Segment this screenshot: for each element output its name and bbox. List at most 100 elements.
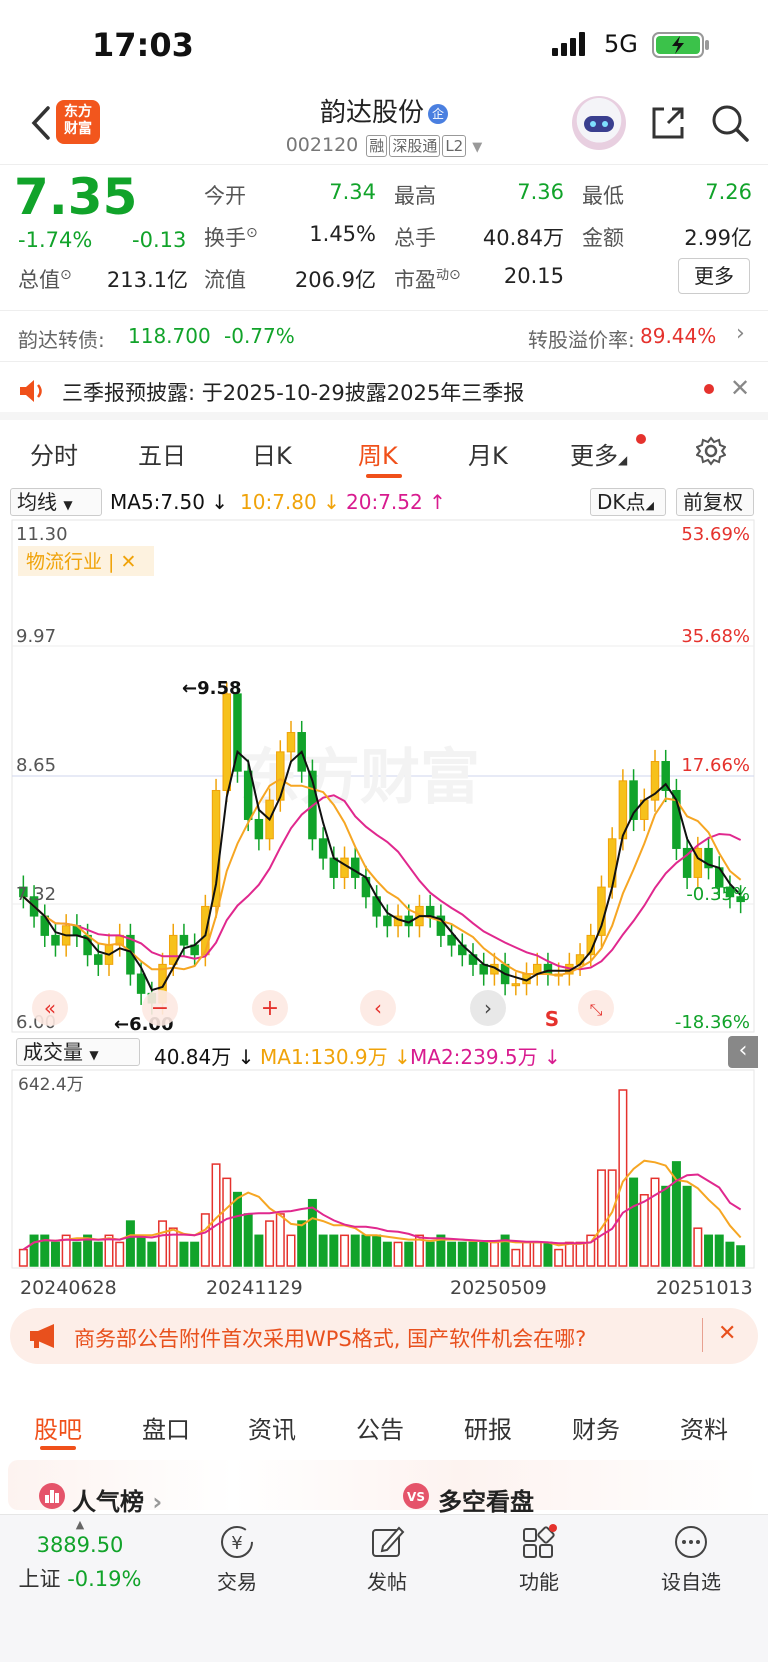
industry-tag[interactable]: 物流行业 | ✕: [26, 551, 136, 573]
popular-ranking-link[interactable]: 人气榜 ›: [72, 1482, 162, 1517]
vol-ma2: MA2:239.5万 ↓: [410, 1045, 561, 1069]
stock-name: 韵达股份: [319, 98, 424, 128]
nav-functions[interactable]: 功能: [484, 1524, 594, 1595]
turnover-label[interactable]: 换手⊙: [204, 222, 258, 252]
tab-more[interactable]: 更多◢: [570, 434, 646, 471]
more-quote-button[interactable]: 更多: [678, 258, 750, 294]
candle: [350, 857, 360, 878]
news-banner[interactable]: 商务部公告附件首次采用WPS格式, 国产软件机会在哪? ✕: [10, 1308, 758, 1364]
expand-icon: ⤡: [590, 1000, 603, 1019]
dk-point-dropdown[interactable]: DK点◢: [590, 488, 666, 516]
tab-pankou[interactable]: 盘口: [142, 1410, 190, 1445]
volume-bar: [650, 1177, 660, 1267]
tag-margin: 融: [366, 135, 388, 157]
volume-value: 40.84万 ↓: [154, 1045, 255, 1069]
speaker-icon: [20, 380, 42, 402]
caret-up-icon: ▲: [75, 1518, 85, 1531]
candle: [425, 905, 435, 917]
pct-label-3: 17.66%: [681, 755, 750, 776]
tab-profile[interactable]: 资料: [680, 1410, 728, 1445]
tab-intraday[interactable]: 分时: [30, 436, 78, 471]
indicator-dropdown[interactable]: 均线 ▼: [10, 488, 102, 516]
ai-assistant-icon[interactable]: [572, 96, 626, 150]
volume-bar: [393, 1241, 403, 1267]
candle: [179, 934, 189, 946]
stock-code: 002120: [285, 134, 359, 156]
volume-bar: [340, 1234, 350, 1267]
tab-week-k[interactable]: 周K: [358, 436, 398, 471]
amount-value: 2.99亿: [684, 226, 752, 250]
tab-guba[interactable]: 股吧: [34, 1410, 82, 1445]
volume-indicator-dropdown[interactable]: 成交量 ▼: [16, 1038, 140, 1066]
volume-chart[interactable]: 642.4万 20240628 20241129 20250509 202510…: [0, 1068, 768, 1308]
volume-label: 总手: [394, 226, 436, 250]
index-name: 上证: [18, 1567, 61, 1591]
volume-bar: [629, 1177, 639, 1267]
chevron-down-icon: ▼: [472, 140, 483, 155]
pe-label[interactable]: 市盈动⊙: [394, 264, 461, 294]
tab-finance[interactable]: 财务: [572, 1410, 620, 1445]
candle: [329, 857, 339, 878]
ma10-value: 10:7.80 ↓: [240, 490, 340, 514]
notice-text: 三季报预披露: 于2025-10-29披露2025年三季报: [62, 381, 525, 405]
close-icon[interactable]: ✕: [718, 1321, 736, 1346]
mcap-label[interactable]: 总值⊙: [18, 264, 72, 294]
megaphone-icon: [30, 1324, 54, 1348]
volume-bar: [329, 1234, 339, 1267]
long-short-link[interactable]: 多空看盘: [438, 1482, 534, 1517]
settings-gear-icon[interactable]: [696, 436, 726, 466]
index-quote[interactable]: ▲ 3889.50 上证 -0.19%: [10, 1514, 150, 1593]
volume-bar: [575, 1241, 585, 1267]
volume-bar: [179, 1241, 189, 1267]
tab-research[interactable]: 研报: [464, 1410, 512, 1445]
share-icon[interactable]: [648, 103, 688, 143]
sell-signal-label: S: [545, 1007, 559, 1031]
volume-bar: [468, 1241, 478, 1267]
volume-bars-group: [18, 1089, 746, 1267]
tab-news[interactable]: 资讯: [248, 1410, 296, 1445]
volume-bar: [522, 1241, 532, 1267]
volume-bar: [222, 1177, 232, 1267]
candle: [94, 954, 103, 965]
adjust-button[interactable]: 前复权: [676, 488, 754, 516]
volume-max-label: 642.4万: [18, 1075, 84, 1095]
functions-grid-icon: [523, 1524, 557, 1558]
volume-bar: [639, 1194, 649, 1267]
battery-charging-icon: [652, 32, 709, 58]
candle: [511, 983, 521, 987]
volume-bar: [725, 1241, 735, 1267]
amount-label: 金额: [582, 226, 624, 250]
tab-month-k[interactable]: 月K: [468, 436, 508, 471]
volume-bar: [350, 1234, 360, 1267]
kline-chart[interactable]: 东方财富 11.30 9.97 8.65 7.32 6.00 53.69% 35…: [0, 518, 768, 1036]
volume-bar: [511, 1248, 521, 1267]
tab-five-day[interactable]: 五日: [138, 436, 186, 471]
collapse-panel-button[interactable]: ‹: [728, 1036, 758, 1068]
volume-bar: [286, 1234, 296, 1267]
volume-bar: [661, 1185, 671, 1267]
search-icon[interactable]: [710, 103, 750, 143]
nav-trade[interactable]: ¥ 交易: [182, 1524, 292, 1595]
volume-bar: [275, 1213, 285, 1267]
bond-change: -0.77%: [224, 324, 295, 348]
nav-add-watchlist[interactable]: 设自选: [636, 1524, 746, 1595]
y-label-3: 8.65: [16, 755, 56, 776]
high-value: 7.36: [517, 180, 564, 204]
volume-bar: [372, 1234, 382, 1267]
convertible-bond-row[interactable]: 韵达转债: 118.700 -0.77% 转股溢价率: 89.44% ›: [0, 310, 768, 362]
chevron-right-icon: ›: [484, 996, 492, 1020]
volume-bar: [554, 1248, 564, 1267]
nav-post[interactable]: 发帖: [332, 1524, 442, 1595]
max-price-marker: ←9.58: [182, 678, 242, 699]
close-icon[interactable]: ✕: [730, 374, 750, 402]
volume-bar: [232, 1191, 242, 1267]
plus-icon: +: [261, 996, 279, 1021]
minus-icon: −: [151, 996, 169, 1021]
volume-bar: [457, 1241, 467, 1267]
svg-text:¥: ¥: [231, 1533, 242, 1554]
tab-announcements[interactable]: 公告: [356, 1410, 404, 1445]
tab-day-k[interactable]: 日K: [252, 436, 292, 471]
notice-row[interactable]: 三季报预披露: 于2025-10-29披露2025年三季报 ✕: [0, 362, 768, 420]
volume-bar: [425, 1241, 435, 1267]
volume-bar: [564, 1241, 574, 1267]
